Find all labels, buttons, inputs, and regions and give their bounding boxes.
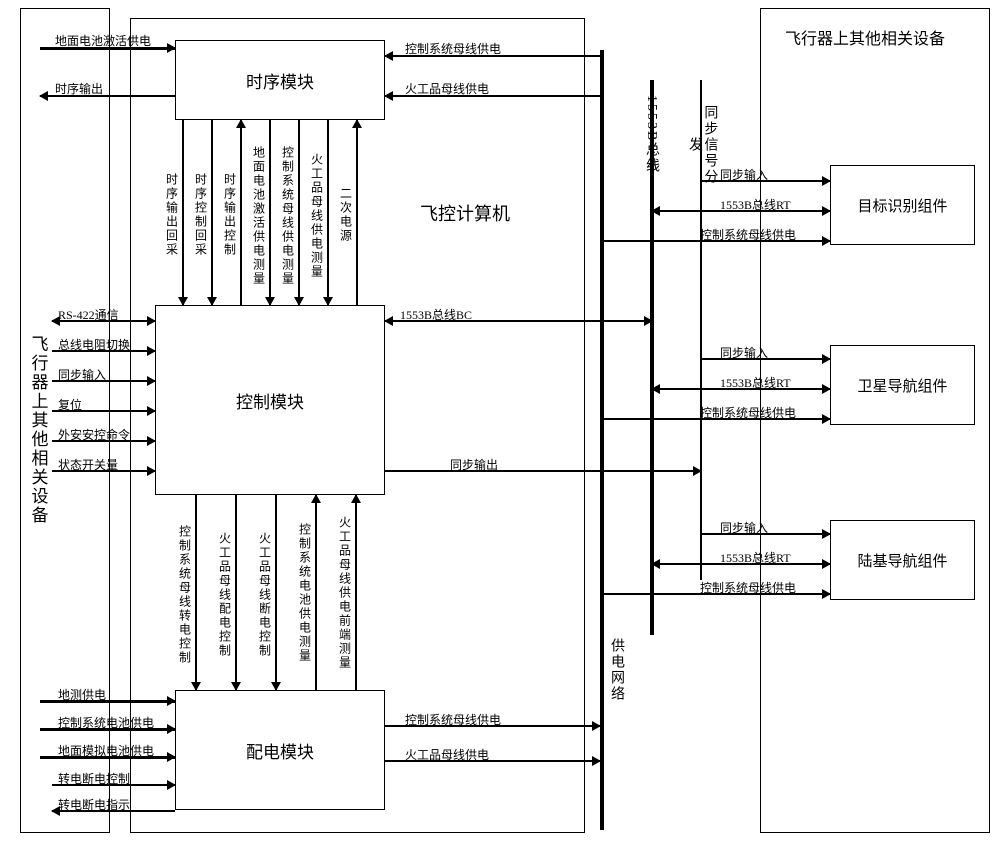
lbl-busbc: 1553B总线BC bbox=[400, 306, 472, 323]
diagram-canvas: 飞行器上其他相关设备 飞控计算机 时序模块 控制模块 配电模块 飞行器上其他相关… bbox=[0, 0, 1000, 845]
power-module-label: 配电模块 bbox=[246, 738, 314, 763]
v-c-b bbox=[235, 495, 237, 690]
lbl-tgt-rt: 1553B总线RT bbox=[720, 196, 791, 213]
power-net-bus bbox=[600, 50, 604, 830]
sync-dist-label: 同步信号分发 bbox=[685, 100, 719, 190]
v-t-d bbox=[269, 120, 271, 305]
timing-module-label: 时序模块 bbox=[246, 68, 314, 93]
left-panel-label: 飞行器上其他相关设备 bbox=[26, 300, 50, 560]
lbl-gnd-pwr: 控制系统母线供电 bbox=[700, 579, 796, 596]
lbl-gndsim: 地面模拟电池供电 bbox=[58, 742, 154, 759]
lbl-syncin: 同步输入 bbox=[58, 366, 106, 383]
v-c-c bbox=[275, 495, 277, 690]
lbl-timing-out: 时序输出 bbox=[55, 80, 103, 97]
lbl-swoffctrl: 转电断电控制 bbox=[58, 770, 130, 787]
power-module: 配电模块 bbox=[175, 690, 385, 810]
lbl-statesw: 状态开关量 bbox=[58, 456, 118, 473]
vclbl-d: 控制系统电池供电测量 bbox=[297, 500, 313, 685]
lbl-ground-batt: 地面电池激活供电 bbox=[55, 32, 151, 49]
vlbl-c: 时序输出控制 bbox=[222, 145, 238, 285]
vlbl-a: 时序输出回采 bbox=[164, 145, 180, 285]
right-panel-label: 飞行器上其他相关设备 bbox=[785, 25, 945, 49]
lbl-rs422: RS-422通信 bbox=[58, 306, 119, 323]
v-c-e bbox=[355, 495, 357, 690]
vclbl-e: 火工品母线供电前端测量 bbox=[337, 498, 353, 688]
lbl-pm-pyrobus: 火工品母线供电 bbox=[405, 746, 489, 763]
lbl-timing-ctrlbus: 控制系统母线供电 bbox=[405, 40, 501, 57]
v-t-a bbox=[182, 120, 184, 305]
power-net-label: 供电网络 bbox=[605, 625, 627, 715]
target-recog-box: 目标识别组件 bbox=[830, 165, 975, 245]
v-t-g bbox=[356, 120, 358, 305]
vclbl-c: 火工品母线断电控制 bbox=[257, 505, 273, 685]
lbl-ctrlbatt: 控制系统电池供电 bbox=[58, 714, 154, 731]
flight-computer-label: 飞控计算机 bbox=[420, 200, 510, 226]
timing-module: 时序模块 bbox=[175, 40, 385, 120]
lbl-busrsw: 总线电阻切换 bbox=[58, 336, 130, 353]
control-module-label: 控制模块 bbox=[236, 388, 304, 413]
vlbl-e: 控制系统母线供电测量 bbox=[280, 128, 296, 303]
lbl-sat-sync: 同步输入 bbox=[720, 344, 768, 361]
lbl-pm-ctrlbus: 控制系统母线供电 bbox=[405, 711, 501, 728]
bus-1553b-label: 1553B总线 bbox=[640, 90, 662, 180]
v-c-d bbox=[315, 495, 317, 690]
ground-nav-box: 陆基导航组件 bbox=[830, 520, 975, 600]
v-c-a bbox=[195, 495, 197, 690]
lbl-reset: 复位 bbox=[58, 396, 82, 413]
sat-nav-box: 卫星导航组件 bbox=[830, 345, 975, 425]
v-t-f bbox=[327, 120, 329, 305]
lbl-sat-rt: 1553B总线RT bbox=[720, 374, 791, 391]
lbl-tgt-pwr: 控制系统母线供电 bbox=[700, 226, 796, 243]
v-t-c bbox=[240, 120, 242, 305]
lbl-extsafe: 外安安控命令 bbox=[58, 426, 130, 443]
vlbl-d: 地面电池激活供电测量 bbox=[251, 128, 267, 303]
v-t-b bbox=[211, 120, 213, 305]
v-t-e bbox=[298, 120, 300, 305]
lbl-sat-pwr: 控制系统母线供电 bbox=[700, 404, 796, 421]
arr-syncout bbox=[385, 470, 701, 472]
vclbl-b: 火工品母线配电控制 bbox=[217, 505, 233, 685]
control-module: 控制模块 bbox=[155, 305, 385, 495]
lbl-gnd-sync: 同步输入 bbox=[720, 519, 768, 536]
lbl-swoffind: 转电断电指示 bbox=[58, 796, 130, 813]
vlbl-f: 火工品母线供电测量 bbox=[309, 128, 325, 303]
lbl-timing-pyrobus: 火工品母线供电 bbox=[405, 80, 489, 97]
vlbl-g: 二次电源 bbox=[338, 155, 354, 275]
lbl-tgt-sync: 同步输入 bbox=[720, 166, 768, 183]
vclbl-a: 控制系统母线转电控制 bbox=[177, 505, 193, 685]
lbl-gndtest: 地测供电 bbox=[58, 686, 106, 703]
lbl-syncout: 同步输出 bbox=[450, 456, 498, 473]
vlbl-b: 时序控制回采 bbox=[193, 145, 209, 285]
lbl-gnd-rt: 1553B总线RT bbox=[720, 549, 791, 566]
